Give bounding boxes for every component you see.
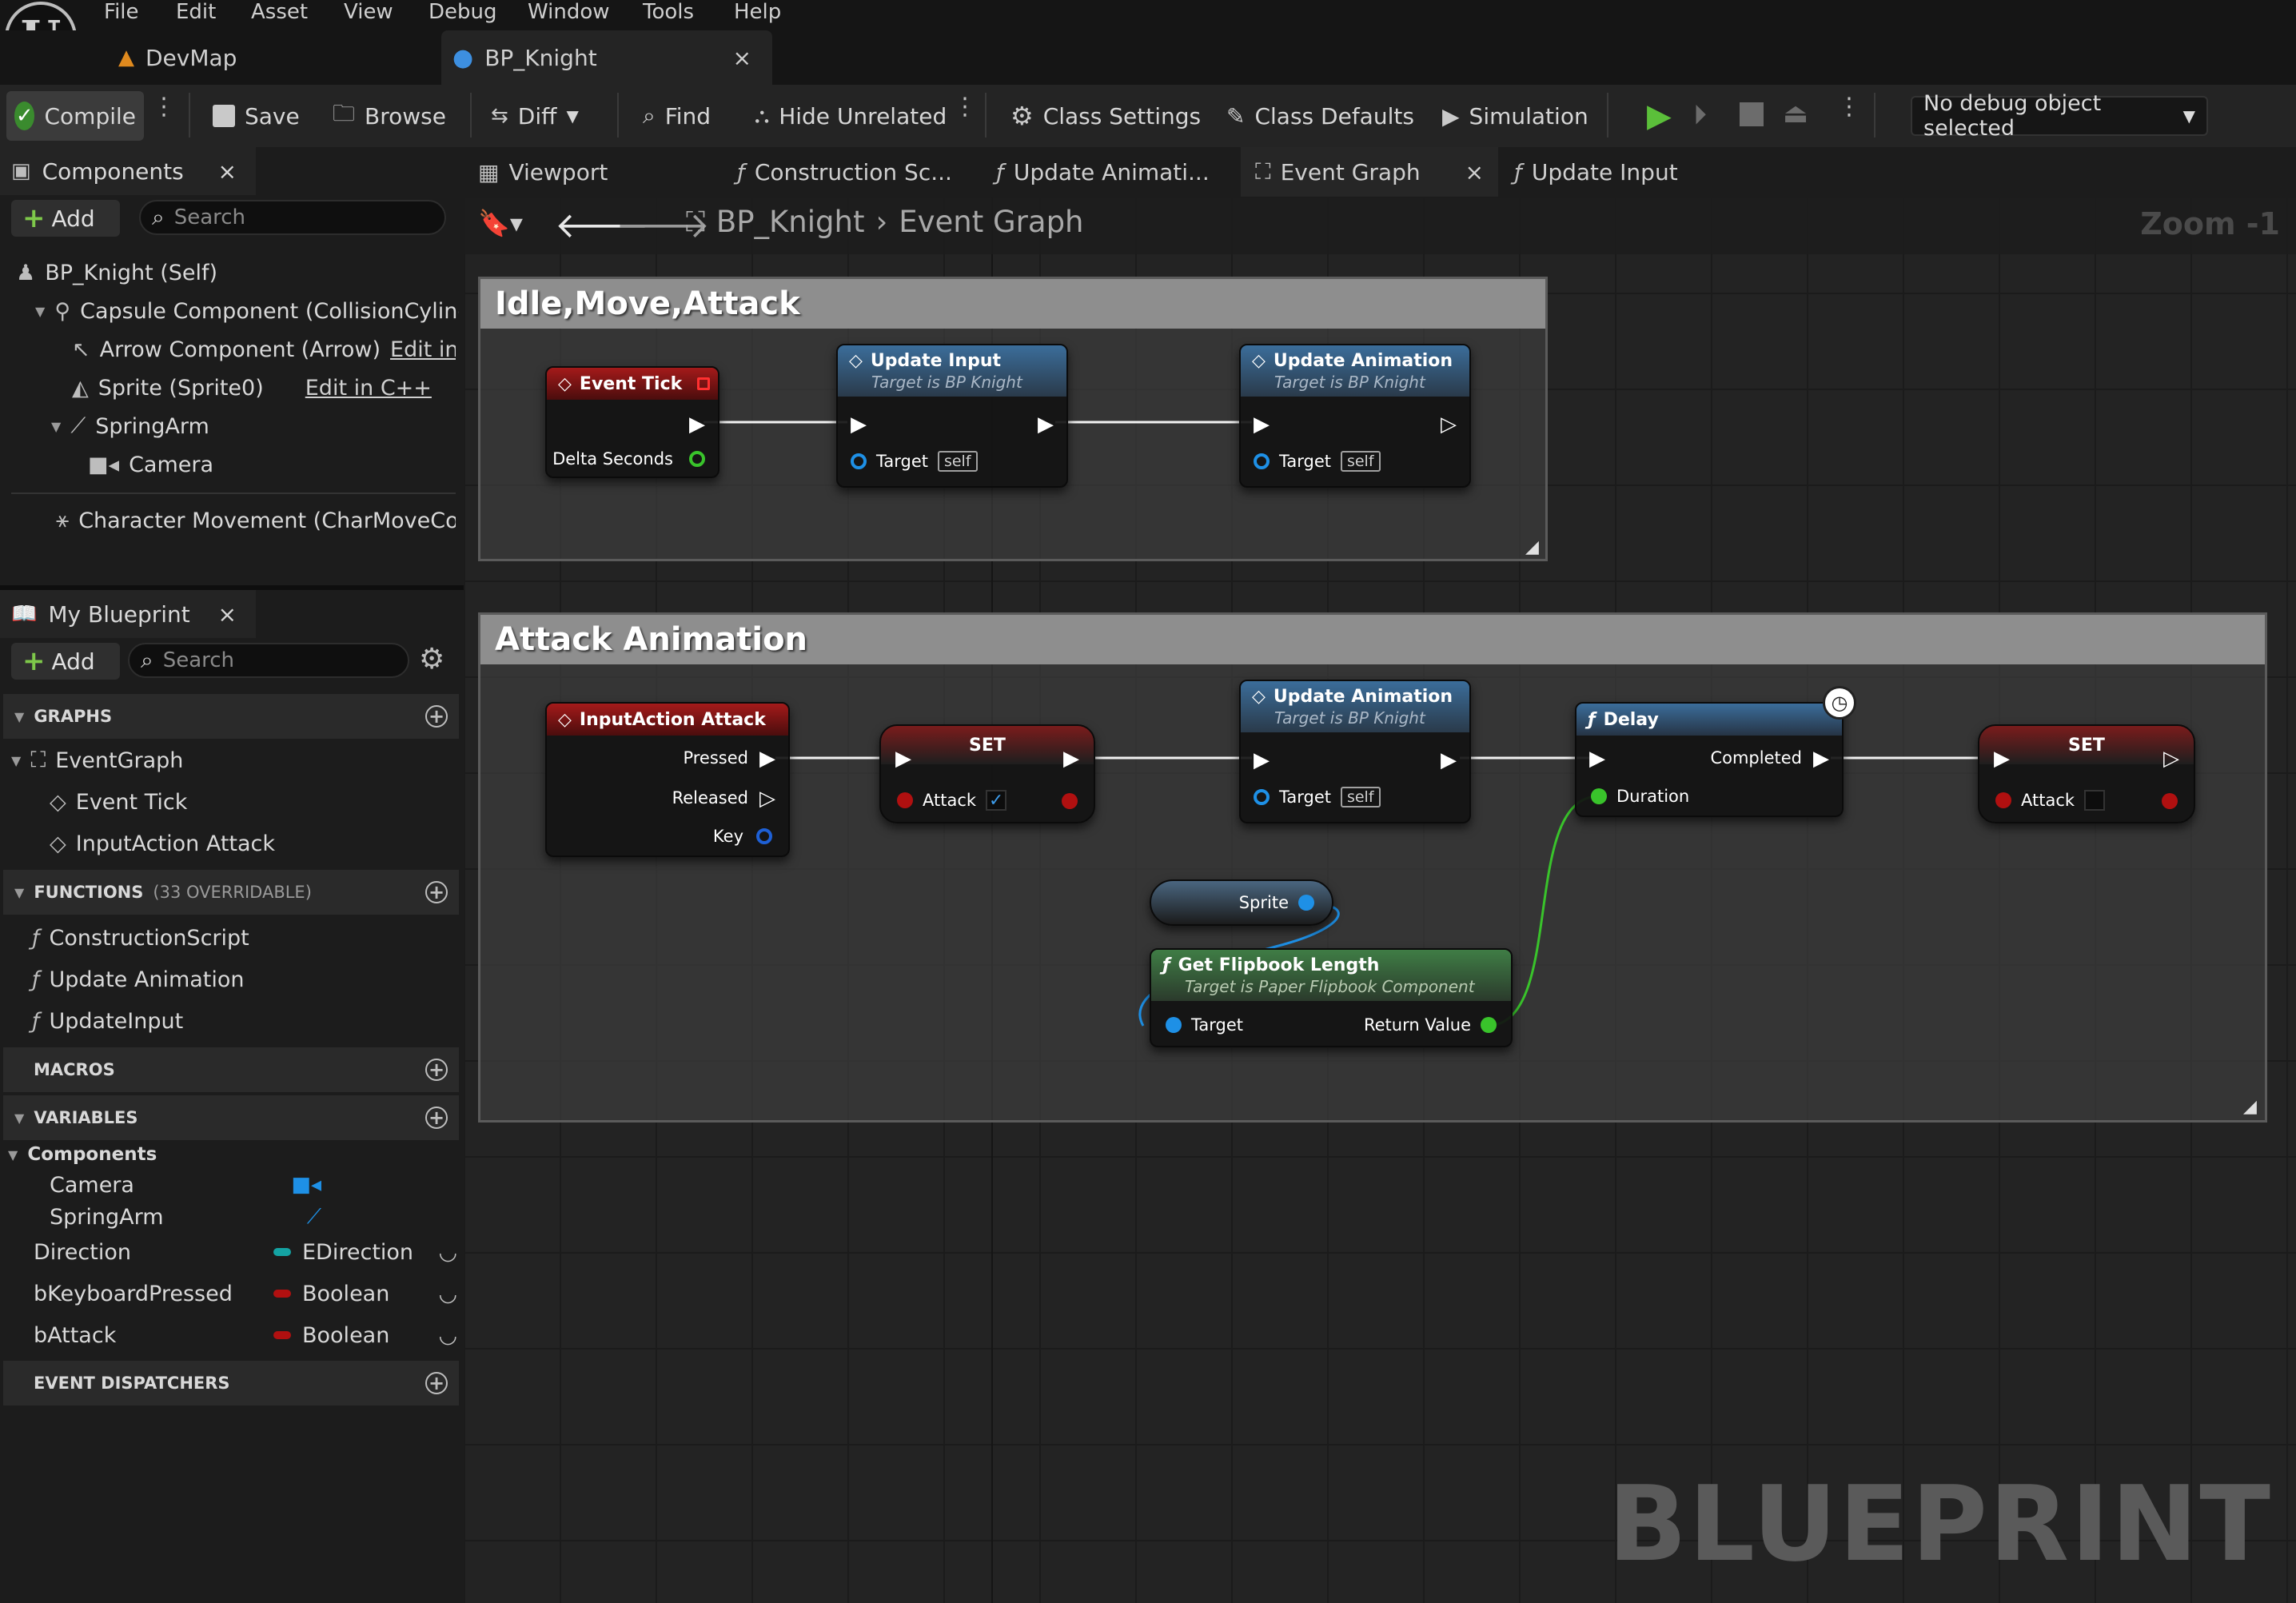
- duration-pin-row: Duration: [1591, 787, 1689, 806]
- object-out-pin[interactable]: [1298, 895, 1314, 911]
- node-update-animation-2[interactable]: ◇ Update Animation Target is BP Knight ▶ …: [1239, 680, 1471, 823]
- exec-out-pin-unconnected[interactable]: ▷: [759, 787, 775, 811]
- float-out-pin[interactable]: [1481, 1017, 1497, 1033]
- pin-label: Target: [876, 452, 928, 471]
- exec-out-pin-unconnected[interactable]: ▷: [2163, 747, 2179, 771]
- event-diamond-icon: ◇: [558, 373, 572, 394]
- node-update-input[interactable]: ◇ Update Input Target is BP Knight ▶ ▶ Ta…: [836, 344, 1068, 488]
- pin-label: Attack: [2021, 791, 2075, 810]
- object-in-pin[interactable]: [851, 453, 867, 469]
- exec-in-pin[interactable]: ▶: [851, 413, 867, 437]
- self-default: self: [1340, 787, 1381, 807]
- bool-checkbox-unchecked[interactable]: [2084, 790, 2106, 811]
- node-set-attack-false[interactable]: SET ▶ ▷ Attack: [1978, 724, 2195, 823]
- node-delay[interactable]: ƒ Delay ▶ Completed ▶ Duration: [1575, 702, 1844, 817]
- exec-in-pin[interactable]: ▶: [1994, 747, 2010, 771]
- pin-label: Completed: [1710, 748, 1802, 768]
- node-set-attack-true[interactable]: SET ▶ ▶ Attack ✓: [879, 724, 1095, 823]
- node-subtitle: Target is BP Knight: [1274, 708, 1425, 728]
- node-event-tick[interactable]: ◇ Event Tick ▶ Delta Seconds: [545, 366, 719, 478]
- pin-label: Duration: [1616, 787, 1690, 806]
- target-pin-row: Target: [1166, 1015, 1243, 1035]
- float-in-pin[interactable]: [1591, 788, 1607, 804]
- node-title: Update Animation: [1273, 686, 1453, 707]
- target-pin-row: Target self: [851, 451, 978, 472]
- node-header: ◇ Update Input Target is BP Knight: [838, 345, 1066, 397]
- bool-out-pin[interactable]: [2162, 793, 2178, 809]
- node-header: ◇ InputAction Attack: [547, 704, 788, 736]
- node-title: Get Flipbook Length: [1178, 955, 1380, 975]
- exec-out-pin[interactable]: ▶: [1063, 747, 1079, 771]
- function-diamond-icon: ◇: [849, 350, 863, 371]
- node-title: Event Tick: [579, 373, 683, 394]
- event-diamond-icon: ◇: [558, 709, 572, 730]
- pin-label: Target: [1279, 788, 1331, 807]
- latent-clock-icon: ◷: [1823, 686, 1856, 720]
- node-title: Update Input: [870, 350, 1001, 371]
- node-header: ◇ Update Animation Target is BP Knight: [1241, 681, 1469, 732]
- pin-label: Released: [672, 788, 748, 807]
- node-update-animation-1[interactable]: ◇ Update Animation Target is BP Knight ▶ …: [1239, 344, 1471, 488]
- exec-out-pin[interactable]: ▶: [1038, 413, 1054, 437]
- struct-out-pin[interactable]: [756, 828, 772, 844]
- function-diamond-icon: ◇: [1252, 686, 1266, 707]
- exec-in-pin[interactable]: ▶: [1589, 747, 1605, 771]
- pin-label: Return Value: [1363, 1015, 1471, 1035]
- wires-layer: [704, 421, 1991, 1027]
- pin-label: Key: [712, 827, 743, 846]
- pin-label: Attack: [923, 791, 977, 810]
- function-icon: ƒ: [1588, 709, 1596, 730]
- exec-out-pin-unconnected[interactable]: ▷: [1441, 413, 1457, 437]
- float-out-pin[interactable]: [689, 451, 705, 467]
- bool-checkbox-checked[interactable]: ✓: [986, 790, 1007, 811]
- node-subtitle: Target is BP Knight: [871, 372, 1022, 392]
- pin-label: Target: [1191, 1015, 1243, 1035]
- node-title: Update Animation: [1273, 350, 1453, 371]
- bool-out-pin[interactable]: [1062, 793, 1078, 809]
- attack-pin-row: Attack ✓: [897, 790, 1007, 811]
- pin-label: Pressed: [683, 748, 748, 768]
- node-sprite-getter[interactable]: Sprite: [1150, 879, 1333, 926]
- pin-label: Target: [1279, 452, 1331, 471]
- attack-pin-row: Attack: [1995, 790, 2106, 811]
- exec-out-pin[interactable]: ▶: [1441, 748, 1457, 772]
- function-diamond-icon: ◇: [1252, 350, 1266, 371]
- object-in-pin[interactable]: [1166, 1017, 1182, 1033]
- exec-in-pin[interactable]: ▶: [895, 747, 911, 771]
- exec-out-pin[interactable]: ▶: [1813, 747, 1829, 771]
- node-inputaction-attack[interactable]: ◇ InputAction Attack Pressed ▶ Released …: [545, 702, 790, 857]
- exec-out-pin[interactable]: ▶: [759, 747, 775, 771]
- exec-out-pin[interactable]: ▶: [689, 413, 705, 437]
- node-title: SET: [1979, 726, 2194, 764]
- bool-in-pin[interactable]: [897, 792, 913, 808]
- node-header: ◇ Update Animation Target is BP Knight: [1241, 345, 1469, 397]
- object-in-pin[interactable]: [1254, 453, 1270, 469]
- self-default: self: [1340, 451, 1381, 472]
- return-pin-row: Return Value: [1364, 1015, 1497, 1035]
- target-pin-row: Target self: [1254, 787, 1381, 807]
- node-get-flipbook-length[interactable]: ƒ Get Flipbook Length Target is Paper Fli…: [1150, 948, 1513, 1047]
- exec-in-pin[interactable]: ▶: [1254, 413, 1270, 437]
- node-subtitle: Target is Paper Flipbook Component: [1185, 976, 1475, 996]
- target-pin-row: Target self: [1254, 451, 1381, 472]
- node-header: ƒ Get Flipbook Length Target is Paper Fli…: [1151, 950, 1511, 1001]
- node-header: ƒ Delay: [1577, 704, 1842, 736]
- pin-label: Delta Seconds: [552, 449, 673, 469]
- exec-in-pin[interactable]: ▶: [1254, 748, 1270, 772]
- node-title: Delay: [1603, 709, 1659, 730]
- bool-in-pin[interactable]: [1995, 792, 2011, 808]
- node-subtitle: Target is BP Knight: [1274, 372, 1425, 392]
- self-default: self: [937, 451, 978, 472]
- delegate-pin-icon[interactable]: [697, 377, 710, 390]
- function-icon: ƒ: [1162, 955, 1170, 975]
- node-header: ◇ Event Tick: [547, 368, 718, 400]
- object-in-pin[interactable]: [1254, 789, 1270, 805]
- pin-label: Sprite: [1238, 893, 1289, 912]
- node-title: InputAction Attack: [579, 709, 766, 730]
- node-title: SET: [881, 726, 1094, 764]
